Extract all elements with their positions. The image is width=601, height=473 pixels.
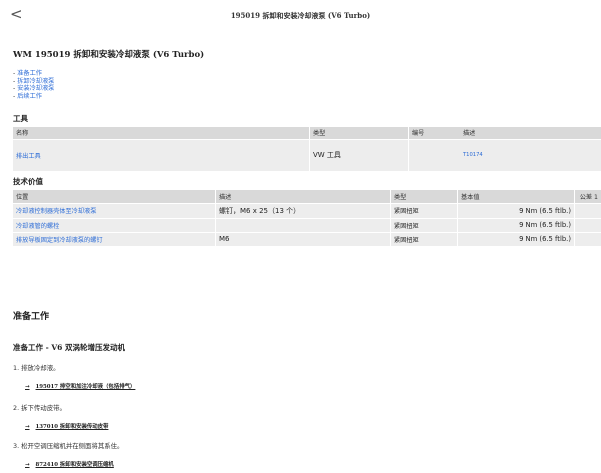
value-type: 紧固扭矩 [390,232,458,247]
arrow-right-icon: → [25,384,30,390]
value-description: M6 [215,232,391,247]
value-type: 紧固扭矩 [390,203,458,219]
step-reference-link[interactable]: → 195017 排空和加注冷却液（包括排气） [25,382,135,390]
toc-item: - 准备工作 [13,70,42,77]
table-row: 排出工具 VW 工具 T10174 [13,139,601,172]
step-text: 2. 拆下传动皮带。 [13,404,66,412]
preparation-subheading: 准备工作 - V6 双涡轮增压发动机 [13,343,125,352]
value-type: 紧固扭矩 [390,218,458,233]
tech-values-heading: 技术价值 [13,177,43,186]
table-header-row: 位置 描述 类型 基本值 公差 1 [13,190,601,204]
step-reference-link[interactable]: → 872410 拆卸和安装空调压缩机 [25,460,114,468]
tolerance [574,218,601,233]
toc-item: - 安装冷却液泵 [13,85,55,93]
position-link[interactable]: 冷却液控制器壳体至冷却液泵 [13,203,216,219]
arrow-right-icon: → [25,462,30,468]
page-title: 195019 拆卸和安装冷却液泵 (V6 Turbo) [230,11,371,20]
column-header: 描述 [215,190,391,204]
base-value: 9 Nm (6.5 ftlb.) [457,218,575,233]
column-header: 描述 [460,127,601,140]
column-header: 公差 1 [574,190,601,204]
step-reference-link[interactable]: → 137010 拆卸和安装传动皮带 [25,422,108,430]
column-header: 类型 [309,127,409,140]
tools-heading: 工具 [13,114,28,123]
column-header: 编号 [408,127,460,140]
reference-label: 137010 拆卸和安装传动皮带 [35,424,109,430]
base-value: 9 Nm (6.5 ftlb.) [457,203,575,219]
arrow-right-icon: → [25,424,30,430]
tool-description-link[interactable]: T10174 [460,139,601,172]
table-row: 冷却液管的螺栓 紧固扭矩 9 Nm (6.5 ftlb.) [13,218,601,233]
column-header: 位置 [13,190,216,204]
table-row: 排放导板固定到冷却液泵的螺钉 M6 紧固扭矩 9 Nm (6.5 ftlb.) [13,232,601,247]
toc-link-follow-up[interactable]: 后续工作 [17,93,42,100]
tool-type: VW 工具 [309,139,409,172]
base-value: 9 Nm (6.5 ftlb.) [457,232,575,247]
tolerance [574,203,601,219]
tolerance [574,232,601,247]
table-of-contents: - 准备工作 - 拆卸冷却液泵 - 安装冷却液泵 - 后续工作 [13,70,54,100]
column-header: 类型 [390,190,458,204]
position-link[interactable]: 冷却液管的螺栓 [13,218,216,233]
tools-table: 名称 类型 编号 描述 排出工具 VW 工具 T10174 [13,127,601,172]
step-text: 1. 排放冷却液。 [13,364,60,372]
preparation-heading: 准备工作 [13,312,50,322]
tool-number [408,139,460,172]
tech-values-table: 位置 描述 类型 基本值 公差 1 冷却液控制器壳体至冷却液泵 螺钉，M6 x … [13,190,601,247]
table-header-row: 名称 类型 编号 描述 [13,127,601,140]
reference-label: 195017 排空和加注冷却液（包括排气） [35,384,136,390]
toc-item: - 后续工作 [13,92,42,100]
column-header: 名称 [13,127,310,140]
reference-label: 872410 拆卸和安装空调压缩机 [35,462,114,468]
toc-link-install[interactable]: 安装冷却液泵 [17,85,54,92]
value-description: 螺钉，M6 x 25（13 个） [215,203,391,219]
document-title: WM 195019 拆卸和安装冷却液泵 (V6 Turbo) [13,50,205,60]
table-row: 冷却液控制器壳体至冷却液泵 螺钉，M6 x 25（13 个） 紧固扭矩 9 Nm… [13,203,601,219]
top-bar: < 195019 拆卸和安装冷却液泵 (V6 Turbo) [0,0,601,32]
position-link[interactable]: 排放导板固定到冷却液泵的螺钉 [13,232,216,247]
toc-link-prep[interactable]: 准备工作 [17,70,42,77]
value-description [215,218,391,233]
column-header: 基本值 [457,190,575,204]
step-text: 3. 松开空调压缩机并在侧面将其系住。 [13,442,124,450]
tool-name-link[interactable]: 排出工具 [13,139,310,172]
toc-link-remove[interactable]: 拆卸冷却液泵 [17,78,54,85]
